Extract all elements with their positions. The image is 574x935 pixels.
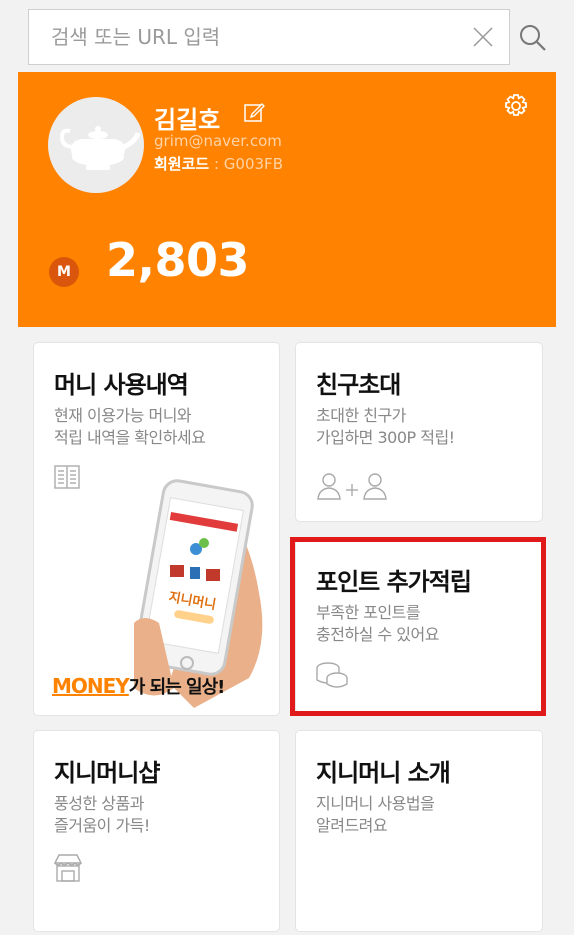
card-desc-line: 알려드려요	[316, 816, 388, 835]
card-desc-line: 풍성한 상품과	[54, 794, 144, 813]
money-history-card[interactable]: 머니 사용내역 현재 이용가능 머니와 적립 내역을 확인하세요 지니머니 MO…	[34, 343, 279, 715]
search-icon[interactable]	[516, 21, 550, 55]
edit-icon[interactable]	[243, 101, 265, 123]
points-balance: 2,803	[106, 233, 250, 287]
card-title: 지니머니 소개	[316, 759, 451, 787]
card-title: 포인트 추가적립	[316, 568, 472, 596]
profile-panel: 김길호 grim@naver.com 회원코드 : G003FB M 2,803	[18, 72, 556, 327]
person-plus-person-icon	[317, 473, 387, 500]
gear-icon[interactable]	[502, 92, 530, 120]
promo-tagline: 가 되는 일상!	[128, 677, 226, 698]
member-code-value: : G003FB	[213, 155, 283, 173]
card-desc: 지니머니 사용법을 알려드려요	[316, 793, 435, 837]
genie-lamp-icon	[59, 126, 141, 170]
promo-money-word: MONEY	[52, 674, 130, 698]
clear-icon[interactable]	[471, 25, 495, 49]
card-title: 머니 사용내역	[54, 371, 189, 399]
member-code: 회원코드 : G003FB	[154, 153, 283, 174]
search-box	[28, 9, 510, 65]
search-input[interactable]	[29, 10, 469, 64]
card-desc: 초대한 친구가 가입하면 300P 적립!	[316, 405, 455, 449]
member-code-label: 회원코드	[154, 155, 210, 173]
card-desc-line: 충전하실 수 있어요	[316, 625, 439, 644]
promo-caption: MONEY가 되는 일상!	[52, 673, 226, 699]
avatar[interactable]	[48, 97, 144, 193]
user-email: grim@naver.com	[154, 132, 282, 150]
shop-card[interactable]: 지니머니샵 풍성한 상품과 즐거움이 가득!	[34, 731, 279, 931]
card-desc-line: 가입하면 300P 적립!	[316, 428, 455, 447]
card-desc-line: 초대한 친구가	[316, 406, 406, 425]
card-desc: 현재 이용가능 머니와 적립 내역을 확인하세요	[54, 405, 206, 449]
card-desc-line: 부족한 포인트를	[316, 603, 421, 622]
card-title: 친구초대	[316, 371, 401, 399]
about-card[interactable]: 지니머니 소개 지니머니 사용법을 알려드려요	[296, 731, 542, 931]
card-desc-line: 지니머니 사용법을	[316, 794, 435, 813]
card-desc-line: 현재 이용가능 머니와	[54, 406, 192, 425]
point-charge-card[interactable]: 포인트 추가적립 부족한 포인트를 충전하실 수 있어요	[296, 540, 542, 712]
card-desc-line: 즐거움이 가득!	[54, 816, 150, 835]
card-desc-line: 적립 내역을 확인하세요	[54, 428, 206, 447]
invite-friends-card[interactable]: 친구초대 초대한 친구가 가입하면 300P 적립!	[296, 343, 542, 521]
store-icon	[53, 854, 83, 882]
coin-stack-icon	[316, 662, 348, 688]
card-desc: 풍성한 상품과 즐거움이 가득!	[54, 793, 150, 837]
card-desc: 부족한 포인트를 충전하실 수 있어요	[316, 602, 439, 646]
user-name: 김길호	[154, 106, 221, 134]
card-title: 지니머니샵	[54, 759, 160, 787]
search-bar	[28, 9, 556, 65]
money-badge: M	[49, 257, 79, 287]
